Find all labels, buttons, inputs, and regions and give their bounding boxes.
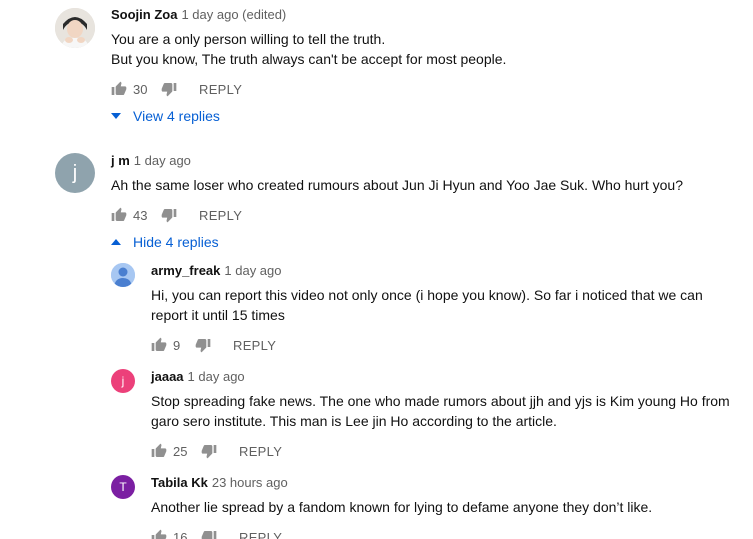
comment-text: You are a only person willing to tell th… <box>111 31 507 67</box>
reply-time[interactable]: 1 day ago <box>224 263 281 278</box>
reply-text: Another lie spread by a fandom known for… <box>151 499 653 515</box>
user-photo-icon <box>55 8 95 48</box>
comment-header: Soojin Zoa 1 day ago (edited) <box>111 6 286 24</box>
thumbs-down-icon[interactable] <box>195 337 211 353</box>
author-name[interactable]: jaaaa <box>151 369 184 384</box>
reply-button[interactable]: REPLY <box>239 444 282 459</box>
reply-time[interactable]: 23 hours ago <box>212 475 288 490</box>
comment-time[interactable]: 1 day ago (edited) <box>181 7 286 22</box>
thumbs-up-icon[interactable] <box>111 81 127 97</box>
reply-header: army_freak 1 day ago <box>151 262 282 280</box>
reply-text: Hi, you can report this video not only o… <box>151 287 703 323</box>
comments-section: Soojin Zoa 1 day ago (edited) You are a o… <box>0 0 753 539</box>
avatar[interactable]: T <box>111 475 135 499</box>
view-replies-button[interactable]: View 4 replies <box>111 108 220 124</box>
like-count: 25 <box>173 443 188 459</box>
thumbs-down-icon[interactable] <box>201 529 217 539</box>
author-name[interactable]: army_freak <box>151 263 220 278</box>
thumbs-up-icon[interactable] <box>111 207 127 223</box>
comment-text: Ah the same loser who created rumours ab… <box>111 177 683 193</box>
avatar[interactable] <box>55 8 95 48</box>
caret-up-icon <box>111 239 121 245</box>
avatar-letter: T <box>119 480 127 494</box>
comment-header: j m 1 day ago <box>111 152 191 170</box>
reply-button[interactable]: REPLY <box>233 338 276 353</box>
avatar[interactable] <box>111 263 135 287</box>
hide-replies-button[interactable]: Hide 4 replies <box>111 234 219 250</box>
reply-header: jaaaa 1 day ago <box>151 368 245 386</box>
like-count: 16 <box>173 529 188 539</box>
author-name[interactable]: Tabila Kk <box>151 475 208 490</box>
avatar[interactable]: j <box>111 369 135 393</box>
caret-down-icon <box>111 113 121 119</box>
thumbs-down-icon[interactable] <box>161 207 177 223</box>
comment-actions: 30 REPLY <box>111 79 242 99</box>
reply-actions: 25 REPLY <box>151 441 282 461</box>
author-name[interactable]: Soojin Zoa <box>111 7 177 22</box>
reply-button[interactable]: REPLY <box>239 530 282 539</box>
toggle-label: Hide 4 replies <box>133 234 219 250</box>
reply-actions: 16 REPLY <box>151 527 282 539</box>
avatar-letter: j <box>121 374 125 388</box>
reply-time[interactable]: 1 day ago <box>188 369 245 384</box>
thumbs-down-icon[interactable] <box>161 81 177 97</box>
reply-header: Tabila Kk 23 hours ago <box>151 474 288 492</box>
avatar[interactable]: j <box>55 153 95 193</box>
avatar-letter: j <box>72 161 78 184</box>
thumbs-down-icon[interactable] <box>201 443 217 459</box>
reply-button[interactable]: REPLY <box>199 82 242 97</box>
thumbs-up-icon[interactable] <box>151 443 167 459</box>
like-count: 30 <box>133 81 148 97</box>
reply-text: Stop spreading fake news. The one who ma… <box>151 393 730 429</box>
like-count: 43 <box>133 207 148 223</box>
comment-actions: 43 REPLY <box>111 205 242 225</box>
thumbs-up-icon[interactable] <box>151 337 167 353</box>
comment-time[interactable]: 1 day ago <box>134 153 191 168</box>
like-count: 9 <box>173 337 181 353</box>
author-name[interactable]: j m <box>111 153 130 168</box>
thumbs-up-icon[interactable] <box>151 529 167 539</box>
reply-button[interactable]: REPLY <box>199 208 242 223</box>
reply-actions: 9 REPLY <box>151 335 276 355</box>
default-user-icon <box>111 263 135 287</box>
toggle-label: View 4 replies <box>133 108 220 124</box>
